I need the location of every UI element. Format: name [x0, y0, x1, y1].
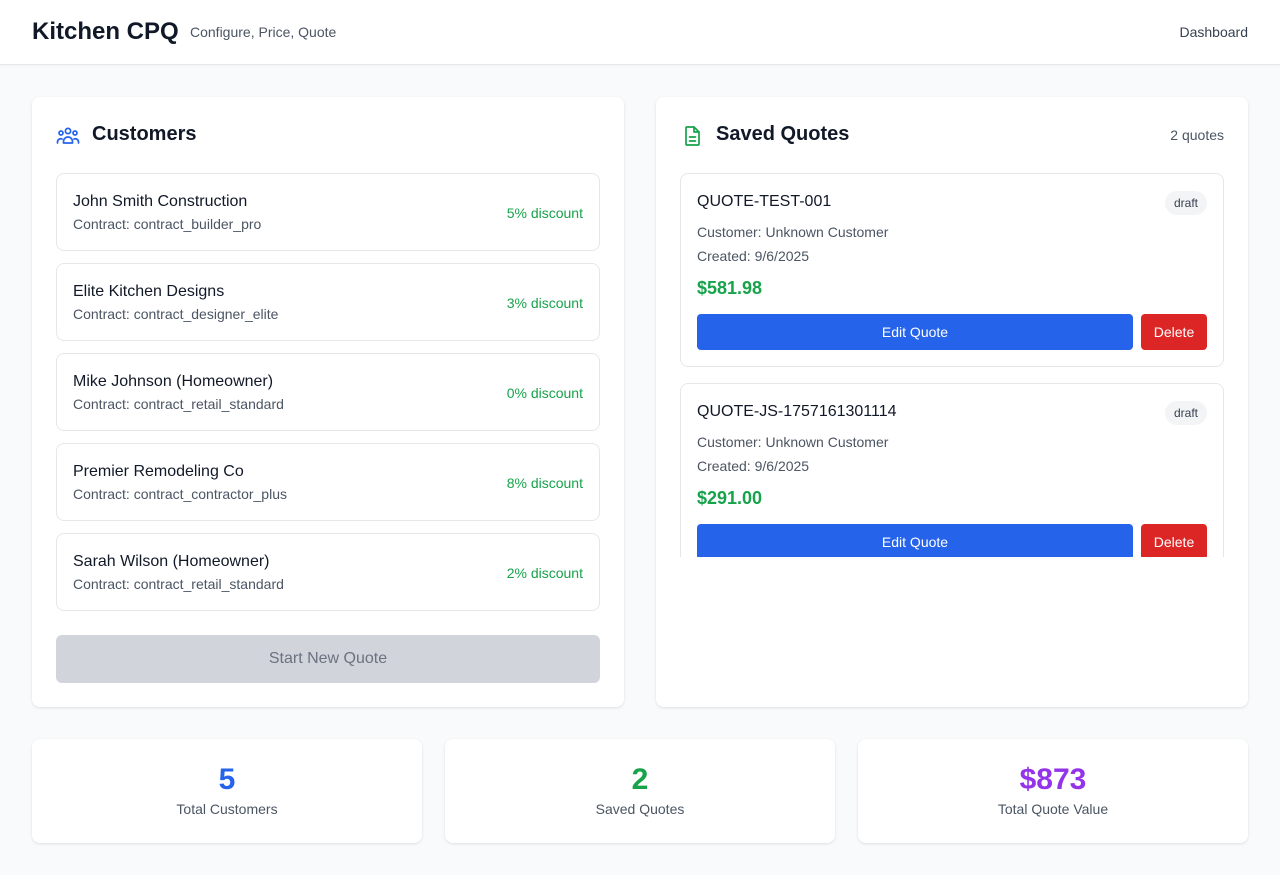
customer-card[interactable]: Mike Johnson (Homeowner) Contract: contr… [56, 353, 600, 431]
customer-name: Sarah Wilson (Homeowner) [73, 553, 270, 570]
customer-card[interactable]: John Smith Construction Contract: contra… [56, 173, 600, 251]
quote-card: QUOTE-JS-1757161301114 draft Customer: U… [680, 383, 1224, 557]
stat-value: 5 [218, 763, 236, 796]
delete-quote-button[interactable]: Delete [1141, 314, 1207, 350]
customer-discount: 0% discount [506, 385, 583, 401]
customer-discount: 5% discount [506, 205, 583, 221]
status-badge: draft [1164, 401, 1207, 425]
customer-contract: Contract: contract_designer_elite [73, 306, 279, 322]
delete-quote-button[interactable]: Delete [1141, 524, 1207, 557]
quotes-list[interactable]: QUOTE-TEST-001 draft Customer: Unknown C… [680, 173, 1224, 557]
users-icon [56, 127, 80, 144]
saved-quotes-title: Saved Quotes [716, 123, 850, 145]
quote-total: $581.98 [697, 278, 763, 298]
edit-quote-button[interactable]: Edit Quote [697, 314, 1133, 350]
customer-name: Elite Kitchen Designs [73, 283, 225, 300]
saved-quotes-panel: Saved Quotes 2 quotes QUOTE-TEST-001 dra… [656, 97, 1248, 707]
customer-name: Mike Johnson (Homeowner) [73, 373, 274, 390]
edit-quote-button[interactable]: Edit Quote [697, 524, 1133, 557]
customer-card[interactable]: Premier Remodeling Co Contract: contract… [56, 443, 600, 521]
customer-contract: Contract: contract_retail_standard [73, 576, 284, 592]
customer-card[interactable]: Elite Kitchen Designs Contract: contract… [56, 263, 600, 341]
status-badge: draft [1164, 191, 1207, 215]
quote-customer: Customer: Unknown Customer [697, 434, 889, 450]
start-new-quote-button[interactable]: Start New Quote [56, 635, 600, 683]
customer-name: John Smith Construction [73, 193, 248, 210]
app-title: Kitchen CPQ [32, 18, 179, 45]
customer-discount: 8% discount [506, 475, 583, 491]
customer-discount: 2% discount [506, 565, 583, 581]
top-navigation-bar: Kitchen CPQ Configure, Price, Quote Dash… [0, 0, 1280, 65]
quote-card: QUOTE-TEST-001 draft Customer: Unknown C… [680, 173, 1224, 367]
customer-contract: Contract: contract_builder_pro [73, 216, 262, 232]
quote-customer: Customer: Unknown Customer [697, 224, 889, 240]
stat-label: Total Quote Value [997, 801, 1109, 817]
customer-name: Premier Remodeling Co [73, 463, 244, 480]
stat-card-total-quote-value: $873 Total Quote Value [858, 739, 1248, 843]
document-icon [685, 126, 700, 146]
quote-id: QUOTE-JS-1757161301114 [697, 403, 897, 420]
customer-discount: 3% discount [506, 295, 583, 311]
stat-card-saved-quotes: 2 Saved Quotes [445, 739, 835, 843]
stat-value: $873 [1019, 763, 1087, 796]
quote-count: 2 quotes [1170, 127, 1224, 143]
customer-card[interactable]: Sarah Wilson (Homeowner) Contract: contr… [56, 533, 600, 611]
stat-label: Saved Quotes [595, 801, 685, 817]
quote-created-date: Created: 9/6/2025 [697, 248, 810, 264]
dashboard-link[interactable]: Dashboard [1180, 24, 1249, 40]
customers-panel: Customers John Smith Construction Contra… [32, 97, 624, 707]
quote-id: QUOTE-TEST-001 [697, 193, 832, 210]
customer-contract: Contract: contract_retail_standard [73, 396, 284, 412]
stat-label: Total Customers [176, 801, 278, 817]
customers-title: Customers [92, 123, 197, 145]
stat-value: 2 [631, 763, 649, 796]
customer-contract: Contract: contract_contractor_plus [73, 486, 287, 502]
app-tagline: Configure, Price, Quote [190, 24, 337, 40]
quote-total: $291.00 [697, 488, 763, 508]
quote-created-date: Created: 9/6/2025 [697, 458, 810, 474]
stat-card-total-customers: 5 Total Customers [32, 739, 422, 843]
